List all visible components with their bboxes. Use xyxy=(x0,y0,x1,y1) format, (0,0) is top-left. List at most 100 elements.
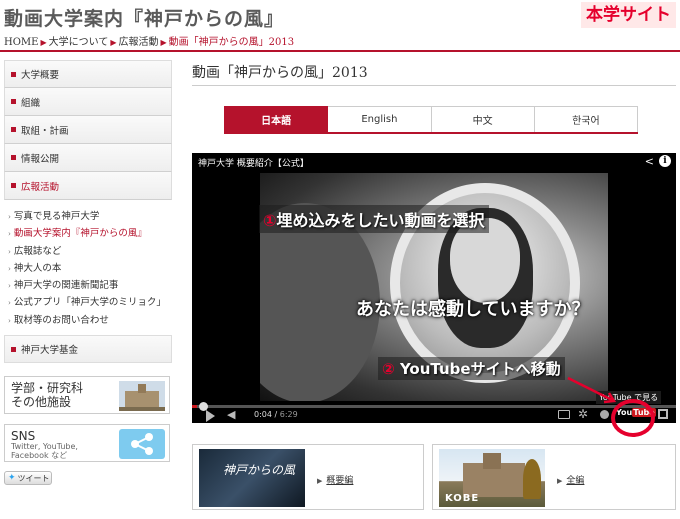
tab-english[interactable]: English xyxy=(328,106,432,132)
sidebar-sub-label: 広報誌など xyxy=(13,245,62,257)
sidebar-item-label: 神戸大学基金 xyxy=(21,345,79,357)
facilities-banner-text: 学部・研究科 その他施設 xyxy=(11,381,83,409)
triangle-right-icon: ▶ xyxy=(317,477,323,485)
share-icon[interactable]: < xyxy=(645,155,654,168)
site-title[interactable]: 動画大学案内『神戸からの風』 xyxy=(4,4,284,31)
sidebar-item-initiatives[interactable]: 取組・計画 xyxy=(4,116,172,144)
header-divider xyxy=(0,50,680,52)
sidebar-item-pr[interactable]: 広報活動 xyxy=(4,172,172,200)
fullscreen-icon[interactable] xyxy=(658,409,668,419)
sidebar-sub-label: 取材等のお問い合わせ xyxy=(13,314,109,326)
thumbnail-card-overview[interactable]: 神戸からの風 ▶ 概要編 xyxy=(192,444,424,510)
sidebar-sub-item[interactable]: › 写真で見る神戸大学 xyxy=(8,208,172,225)
video-title[interactable]: 神戸大学 概要紹介【公式】 xyxy=(198,156,309,169)
breadcrumb-separator-icon: ▶ xyxy=(40,38,47,47)
square-bullet-icon xyxy=(11,71,16,77)
watch-later-icon[interactable] xyxy=(600,410,609,419)
breadcrumb-separator-icon: ▶ xyxy=(110,38,117,47)
video-caption: あなたは感動していますか？ xyxy=(356,299,590,320)
campus-building-icon xyxy=(119,381,165,411)
share-network-icon xyxy=(119,429,165,459)
square-bullet-icon xyxy=(11,99,16,104)
sns-banner[interactable]: SNS Twitter, YouTube, Facebook など xyxy=(4,424,170,462)
annotation-step2-text: YouTubeサイトへ移動 xyxy=(399,360,561,378)
sidebar-item-overview[interactable]: 大学概要 xyxy=(4,60,172,88)
chevron-right-icon: › xyxy=(8,282,11,291)
thumbnail-link-label: 全編 xyxy=(566,476,585,486)
tab-korean[interactable]: 한국어 xyxy=(534,106,638,132)
title-divider xyxy=(192,85,676,86)
thumbnail-card-full[interactable]: KOBE ▶ 全編 xyxy=(432,444,676,510)
duration: 6:29 xyxy=(279,410,298,419)
thumbnail-image[interactable]: KOBE xyxy=(439,449,545,507)
thumbnail-link-label: 概要編 xyxy=(326,476,354,486)
chevron-right-icon: › xyxy=(8,230,11,239)
thumbnail-image[interactable]: 神戸からの風 xyxy=(199,449,305,507)
thumbnail-image-title: KOBE xyxy=(445,493,480,504)
sidebar-sub-list: › 写真で見る神戸大学 › 動画大学案内『神戸からの風』 › 広報誌など › 神大人の本… xyxy=(4,204,172,329)
tab-chinese[interactable]: 中文 xyxy=(431,106,535,132)
progress-fill xyxy=(192,405,197,408)
facilities-line1: 学部・研究科 xyxy=(11,381,84,395)
annotation-highlight-circle xyxy=(611,399,655,437)
sidebar-sub-item[interactable]: › 公式アプリ「神戸大学のミリョク」 xyxy=(8,294,172,311)
triangle-right-icon: ▶ xyxy=(557,477,563,485)
breadcrumb-current: 動画「神戸からの風」2013 xyxy=(168,37,295,48)
sidebar-item-label: 取組・計画 xyxy=(21,125,69,137)
tab-japanese[interactable]: 日本語 xyxy=(224,106,329,132)
sidebar-item-organization[interactable]: 組織 xyxy=(4,88,172,116)
chevron-right-icon: › xyxy=(8,299,11,308)
current-time: 0:04 xyxy=(254,410,272,419)
twitter-bird-icon: ✦ xyxy=(8,473,16,483)
sidebar-sub-label: 神戸大学の関連新聞記事 xyxy=(13,280,119,292)
thumbnail-link[interactable]: ▶ 概要編 xyxy=(317,473,353,486)
sidebar-nav: 大学概要 組織 取組・計画 情報公開 広報活動 xyxy=(4,60,172,200)
square-bullet-icon xyxy=(11,183,16,188)
sidebar-item-label: 大学概要 xyxy=(21,70,60,81)
thumbnail-link[interactable]: ▶ 全編 xyxy=(557,473,584,486)
campus-tree xyxy=(523,459,541,499)
play-icon[interactable] xyxy=(206,410,215,422)
main-site-badge[interactable]: 本学サイト xyxy=(581,2,676,28)
info-icon[interactable]: i xyxy=(659,155,671,167)
sidebar-item-label: 組織 xyxy=(21,97,41,109)
captions-icon[interactable] xyxy=(558,410,570,419)
sidebar-item-label: 広報活動 xyxy=(21,181,60,193)
breadcrumb-pr[interactable]: 広報活動 xyxy=(118,37,158,48)
thumbnail-image-title: 神戸からの風 xyxy=(223,463,296,477)
time-display: 0:04 / 6:29 xyxy=(254,410,298,419)
sidebar-sub-label: 動画大学案内『神戸からの風』 xyxy=(13,228,147,240)
breadcrumb-separator-icon: ▶ xyxy=(160,38,167,47)
square-bullet-icon xyxy=(11,155,16,160)
player-title-bar: 神戸大学 概要紹介【公式】 < i xyxy=(192,153,676,171)
sidebar-sub-label: 写真で見る神戸大学 xyxy=(13,211,100,222)
sidebar-sub-item[interactable]: › 神戸大学の関連新聞記事 xyxy=(8,277,172,294)
facilities-banner[interactable]: 学部・研究科 その他施設 xyxy=(4,376,170,414)
chevron-right-icon: › xyxy=(8,247,11,256)
player-controls: ◀ 0:04 / 6:29 ✲ YouTube xyxy=(192,407,676,423)
sidebar-sub-label: 公式アプリ「神戸大学のミリョク」 xyxy=(13,297,166,309)
square-bullet-icon xyxy=(11,127,16,132)
tweet-button[interactable]: ✦ ツイート xyxy=(4,471,52,485)
sns-line2: Facebook など xyxy=(11,451,68,460)
sidebar-sub-item[interactable]: › 広報誌など xyxy=(8,243,172,260)
breadcrumb: HOME ▶ 大学について ▶ 広報活動 ▶ 動画「神戸からの風」2013 xyxy=(4,33,294,48)
facilities-line2: その他施設 xyxy=(11,395,72,409)
sidebar-sub-item[interactable]: › 取材等のお問い合わせ xyxy=(8,312,172,329)
annotation-step1-text: 埋め込みをしたい動画を選択 xyxy=(276,211,485,230)
volume-icon[interactable]: ◀ xyxy=(227,408,235,421)
site-header: 動画大学案内『神戸からの風』 本学サイト xyxy=(0,0,680,32)
breadcrumb-about[interactable]: 大学について xyxy=(49,37,109,48)
annotation-step1-number: ① xyxy=(263,211,277,230)
sidebar-item-fund[interactable]: 神戸大学基金 xyxy=(4,335,172,364)
sidebar-sub-item[interactable]: › 神大人の本 xyxy=(8,260,172,277)
page-title: 動画「神戸からの風」2013 xyxy=(192,65,368,81)
tweet-label: ツイート xyxy=(17,473,50,483)
chevron-right-icon: › xyxy=(8,264,11,273)
sidebar-sub-item[interactable]: › 動画大学案内『神戸からの風』 xyxy=(8,225,172,242)
square-bullet-icon xyxy=(11,346,16,352)
breadcrumb-home[interactable]: HOME xyxy=(4,37,38,48)
annotation-arrow-icon xyxy=(567,376,617,404)
sidebar-item-disclosure[interactable]: 情報公開 xyxy=(4,144,172,172)
campus-tower xyxy=(483,453,501,469)
